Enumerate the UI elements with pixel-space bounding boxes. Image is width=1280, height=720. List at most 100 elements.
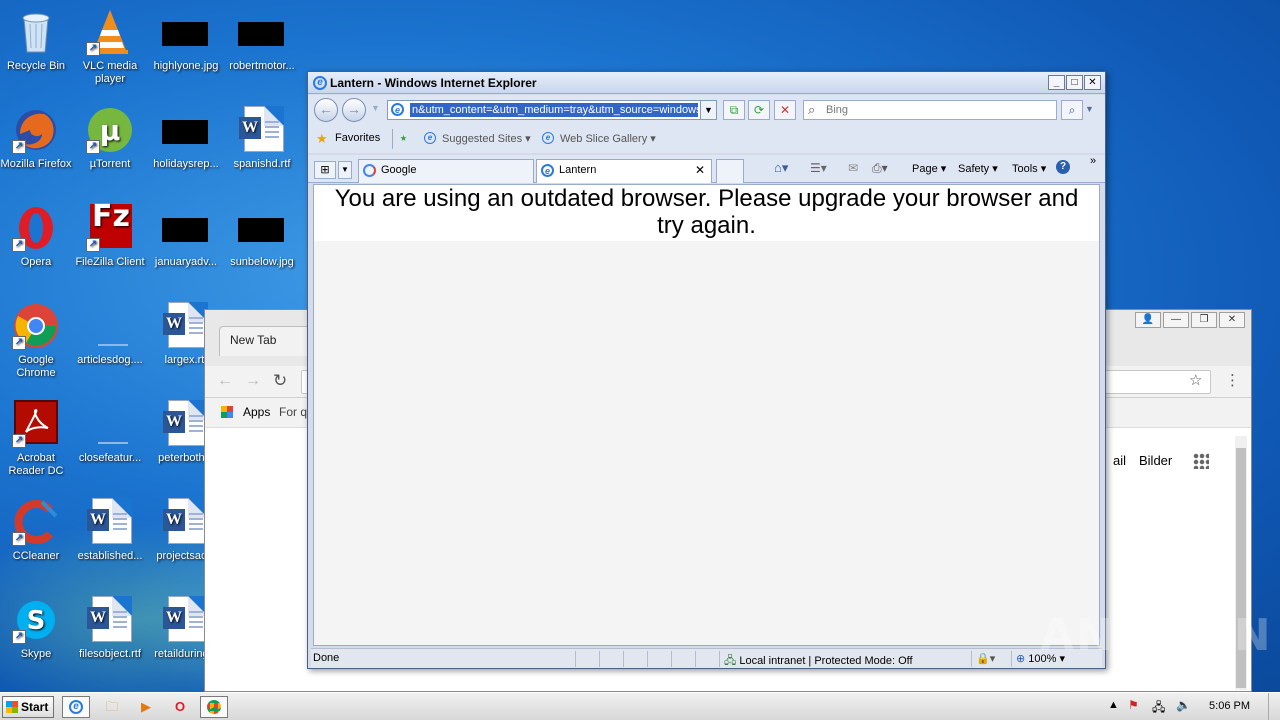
- menu-icon[interactable]: ⋮: [1225, 371, 1240, 389]
- stop-icon[interactable]: ✕: [774, 100, 796, 120]
- desktop-icon-file[interactable]: robertmotor...: [224, 8, 300, 73]
- chrome-icon: ↗: [12, 302, 60, 350]
- desktop-icon-ccleaner[interactable]: ↗ CCleaner: [0, 498, 74, 563]
- network-icon[interactable]: 🖧: [1152, 698, 1165, 719]
- back-icon[interactable]: ←: [217, 372, 233, 390]
- status-cell: [695, 651, 719, 667]
- desktop-icon-firefox[interactable]: ↗ Mozilla Firefox: [0, 106, 74, 171]
- suggested-sites-link[interactable]: Suggested Sites ▾: [442, 132, 531, 145]
- show-desktop-button[interactable]: [1268, 693, 1280, 720]
- desktop-icon-recycle-bin[interactable]: Recycle Bin: [0, 8, 74, 73]
- desktop-icon-file[interactable]: closefeatur...: [72, 400, 148, 465]
- ie-address-bar[interactable]: e n&utm_content=&utm_medium=tray&utm_sou…: [387, 100, 717, 120]
- desktop-icon-label: spanishd.rtf: [233, 158, 291, 170]
- safety-menu[interactable]: Safety ▾: [958, 162, 998, 175]
- taskbar-chrome[interactable]: [200, 696, 228, 718]
- security-zone[interactable]: 🖧 Local intranet | Protected Mode: Off: [719, 651, 971, 667]
- blank-file-icon: [86, 302, 134, 350]
- desktop-icon-file[interactable]: sunbelow.jpg: [224, 204, 300, 269]
- refresh-icon[interactable]: ⟳: [748, 100, 770, 120]
- forward-icon[interactable]: →: [245, 372, 261, 390]
- search-input[interactable]: ⌕ Bing: [803, 100, 1057, 120]
- ie-titlebar[interactable]: e Lantern - Windows Internet Explorer _ …: [308, 72, 1105, 94]
- search-options-dropdown-icon[interactable]: ▼: [1085, 104, 1094, 114]
- desktop-icon-file[interactable]: highlyone.jpg: [148, 8, 224, 73]
- quick-tabs-icon[interactable]: ⊞: [314, 161, 336, 179]
- address-dropdown-icon[interactable]: ▼: [700, 101, 716, 119]
- tools-menu[interactable]: Tools ▾: [1012, 162, 1046, 175]
- show-hidden-icons[interactable]: ▲: [1108, 699, 1119, 711]
- back-button[interactable]: ←: [314, 98, 338, 122]
- apps-grid-icon[interactable]: [221, 406, 233, 418]
- maximize-button[interactable]: □: [1066, 75, 1083, 90]
- taskbar-explorer[interactable]: 🗀: [98, 696, 126, 718]
- protected-mode-icon[interactable]: 🔒▾: [971, 651, 1011, 667]
- desktop-icon-vlc[interactable]: ↗ VLC media player: [72, 8, 148, 86]
- address-text[interactable]: n&utm_content=&utm_medium=tray&utm_sourc…: [410, 103, 698, 117]
- forward-button[interactable]: →: [342, 98, 366, 122]
- desktop-icon-opera[interactable]: ↗ Opera: [0, 204, 74, 269]
- bookmark-star-icon[interactable]: ☆: [1189, 371, 1202, 389]
- word-document-icon: W: [86, 596, 134, 644]
- word-document-icon: W: [162, 302, 210, 350]
- home-icon[interactable]: ⌂▾: [774, 160, 788, 176]
- print-icon[interactable]: ⎙▾: [872, 161, 888, 176]
- ie-tab-lantern[interactable]: e Lantern ✕: [536, 159, 712, 183]
- chevron-more-icon[interactable]: »: [1090, 155, 1096, 167]
- desktop-icon-label: Mozilla Firefox: [0, 158, 72, 170]
- recent-pages-dropdown-icon[interactable]: ▼: [371, 103, 380, 113]
- google-apps-icon[interactable]: [1193, 453, 1209, 469]
- apps-link[interactable]: Apps: [243, 405, 270, 419]
- taskbar-clock[interactable]: 5:06 PM: [1209, 700, 1250, 712]
- favorites-button[interactable]: Favorites: [335, 132, 380, 144]
- desktop-icon-file[interactable]: W filesobject.rtf: [72, 596, 148, 661]
- taskbar-media-player[interactable]: ▶: [132, 696, 160, 718]
- status-cell: [575, 651, 599, 667]
- minimize-button[interactable]: _: [1048, 75, 1065, 90]
- new-tab-button[interactable]: [716, 159, 744, 183]
- restore-button[interactable]: ❐: [1191, 312, 1217, 328]
- desktop-icon-file[interactable]: W established...: [72, 498, 148, 563]
- taskbar-opera[interactable]: O: [166, 696, 194, 718]
- close-button[interactable]: ✕: [1084, 75, 1101, 90]
- status-cell: [623, 651, 647, 667]
- desktop-icon-file[interactable]: holidaysrep...: [148, 106, 224, 171]
- start-button[interactable]: Start: [2, 696, 54, 718]
- desktop-icon-skype[interactable]: S ↗ Skype: [0, 596, 74, 661]
- help-icon[interactable]: ?: [1056, 160, 1070, 174]
- close-button[interactable]: ✕: [1219, 312, 1245, 328]
- close-tab-icon[interactable]: ✕: [695, 163, 705, 177]
- search-provider-icon: ⌕: [808, 102, 816, 117]
- feeds-icon[interactable]: ☰▾: [810, 161, 827, 175]
- desktop-icon-acrobat[interactable]: ↗ Acrobat Reader DC: [0, 400, 74, 478]
- image-thumbnail-icon: [238, 204, 286, 252]
- ie-favorites-bar: ★ Favorites ⭑ e Suggested Sites ▾ e Web …: [308, 125, 1105, 153]
- favorites-star-icon[interactable]: ★: [316, 131, 328, 147]
- desktop-icon-chrome[interactable]: ↗ Google Chrome: [0, 302, 74, 380]
- minimize-button[interactable]: —: [1163, 312, 1189, 328]
- desktop-icon-file[interactable]: W spanishd.rtf: [224, 106, 300, 171]
- desktop-icon-filezilla[interactable]: Fz ↗ FileZilla Client: [72, 202, 148, 269]
- vlc-icon: ↗: [86, 8, 134, 56]
- desktop-icon-file[interactable]: januaryadv...: [148, 204, 224, 269]
- taskbar-ie[interactable]: e: [62, 696, 90, 718]
- read-mail-icon[interactable]: ✉: [848, 161, 858, 175]
- gmail-link[interactable]: ail: [1113, 453, 1126, 468]
- search-icon[interactable]: ⌕: [1061, 100, 1083, 120]
- reload-icon[interactable]: ↻: [273, 371, 287, 391]
- page-menu[interactable]: Page ▾: [912, 162, 946, 175]
- desktop-icon-file[interactable]: articlesdog....: [72, 302, 148, 367]
- media-player-icon: ▶: [141, 699, 151, 714]
- action-center-icon[interactable]: ⚑: [1128, 698, 1139, 712]
- volume-icon[interactable]: 🔈: [1176, 698, 1191, 712]
- images-link[interactable]: Bilder: [1139, 453, 1172, 468]
- web-slice-gallery-link[interactable]: Web Slice Gallery ▾: [560, 132, 656, 145]
- compatibility-view-icon[interactable]: ⧉: [723, 100, 745, 120]
- ie-tab-google[interactable]: Google: [358, 159, 534, 183]
- status-text: Done: [313, 652, 340, 664]
- desktop-icon-utorrent[interactable]: µ ↗ µTorrent: [72, 106, 148, 171]
- tab-list-dropdown-icon[interactable]: ▼: [338, 161, 352, 179]
- ie-window[interactable]: e Lantern - Windows Internet Explorer _ …: [307, 71, 1106, 669]
- profile-icon[interactable]: 👤: [1135, 312, 1161, 328]
- add-to-favorites-icon[interactable]: ⭑: [400, 130, 407, 146]
